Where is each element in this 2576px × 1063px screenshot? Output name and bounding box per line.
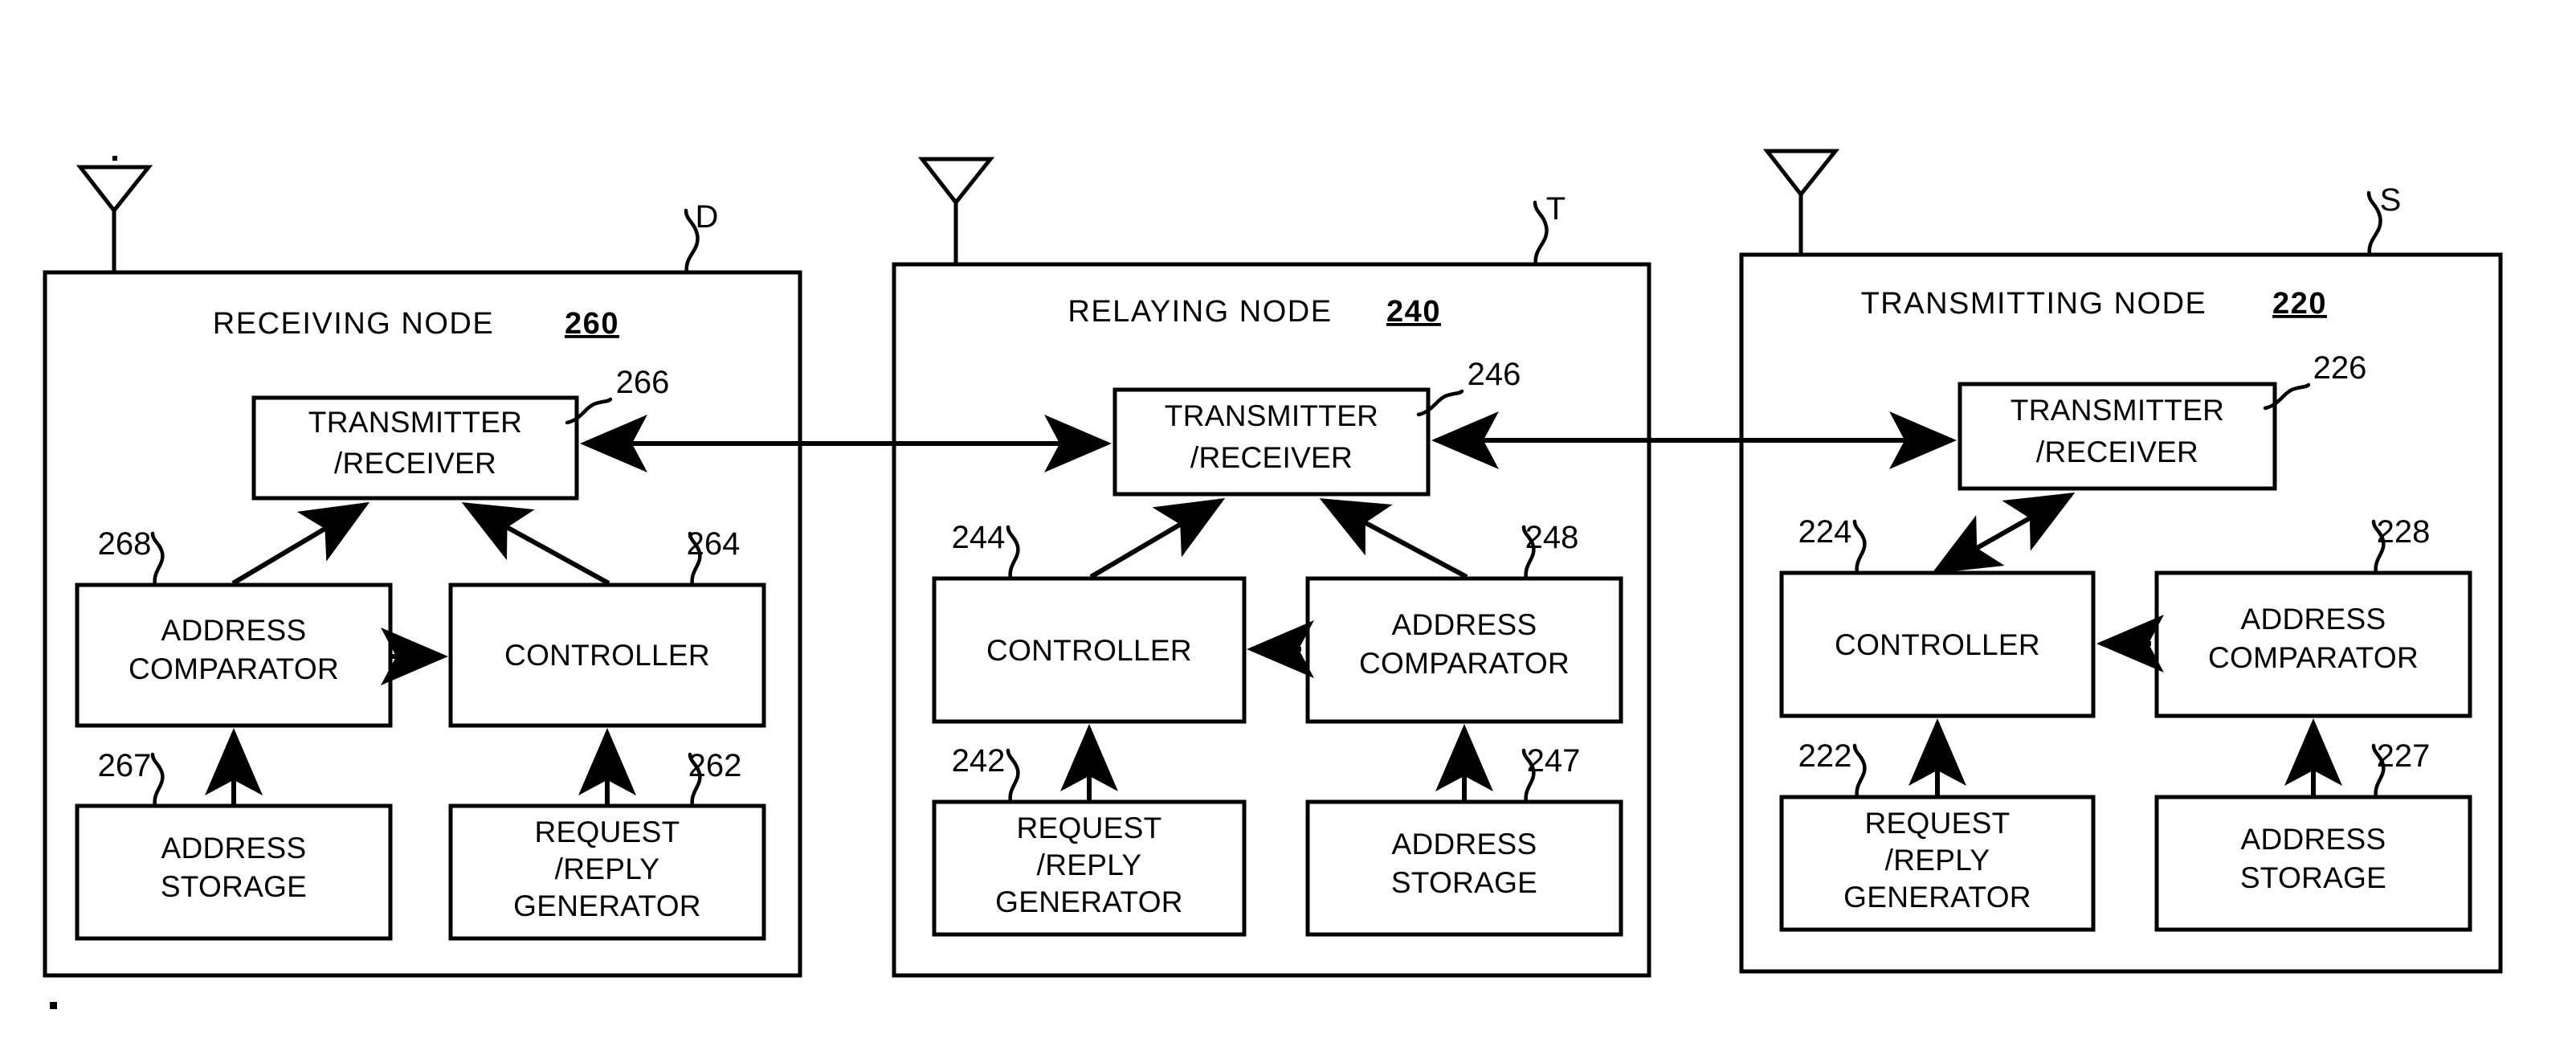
ref-leader-227: 227 [2371,738,2431,799]
node-tag-relaying-label: T [1546,191,1566,227]
ref-num-222: 222 [1798,738,1852,774]
ref-num-246: 246 [1468,357,1521,392]
unit-transmitting-gen-line3: GENERATOR [1843,881,2031,914]
ref-num-264: 264 [687,526,741,562]
unit-relaying-gen-line3: GENERATOR [995,885,1183,918]
unit-relaying-cmp-line1: ADDRESS [1392,608,1537,641]
unit-transmitting-gen-line1: REQUEST [1865,807,2011,840]
node-transmitting-number: 220 [2272,287,2327,321]
unit-relaying-cmp-line2: COMPARATOR [1359,647,1570,680]
unit-receiving-store-line2: STORAGE [161,870,307,903]
ref-num-242: 242 [952,743,1006,779]
diagram-canvas: D RECEIVING NODE 260 TRANSMITTER /RECEIV… [43,149,2503,1009]
ref-num-267: 267 [98,748,152,783]
node-receiving-title: RECEIVING NODE [213,307,494,341]
arrow-relaying-ctrl-to-txrx [1089,497,1226,579]
unit-transmitting-cmp-line1: ADDRESS [2241,603,2386,636]
ref-leader-268: 268 [98,526,165,587]
node-tag-receiving: D [684,199,719,275]
ref-num-247: 247 [1527,743,1581,779]
unit-relaying-store-line2: STORAGE [1391,866,1537,899]
ref-leader-248: 248 [1521,520,1579,581]
unit-receiving-txrx-line2: /RECEIVER [334,447,496,480]
ref-num-228: 228 [2377,514,2431,550]
node-tag-receiving-label: D [696,199,719,235]
unit-relaying-txrx-line2: /RECEIVER [1190,441,1353,474]
ref-leader-224: 224 [1798,514,1867,575]
ref-num-262: 262 [688,748,742,783]
ref-leader-244: 244 [952,520,1020,581]
ref-leader-247: 247 [1521,743,1581,804]
ref-leader-222: 222 [1798,738,1867,799]
arrow-receiving-cmp-to-txrx [231,501,370,586]
node-transmitting-title: TRANSMITTING NODE [1861,287,2207,321]
arrow-relaying-cmp-to-txrx [1319,498,1468,579]
antenna-icon-relaying [917,157,995,265]
node-transmitting: S TRANSMITTING NODE 220 TRANSMITTER /REC… [1739,149,2503,974]
node-tag-transmitting: S [2366,182,2402,257]
unit-receiving-cmp-line2: COMPARATOR [129,652,339,685]
ref-num-244: 244 [952,520,1006,555]
ref-leader-267: 267 [98,748,165,808]
ref-num-226: 226 [2313,350,2367,386]
unit-transmitting-txrx-line2: /RECEIVER [2036,435,2198,468]
node-receiving-number: 260 [565,307,619,341]
unit-relaying-ctrl-line1: CONTROLLER [986,634,1192,667]
unit-transmitting-ctrl-line1: CONTROLLER [1835,628,2040,661]
unit-receiving-ctrl-line1: CONTROLLER [504,639,710,672]
node-relaying-number: 240 [1386,295,1441,329]
ref-leader-266: 266 [565,365,670,425]
unit-transmitting-store-line1: ADDRESS [2241,823,2386,856]
node-tag-transmitting-label: S [2380,182,2402,218]
node-receiving: D RECEIVING NODE 260 TRANSMITTER /RECEIV… [43,156,802,978]
ref-num-227: 227 [2377,738,2431,774]
unit-receiving-store-line1: ADDRESS [161,832,307,865]
ref-num-268: 268 [98,526,152,562]
unit-relaying-store-line1: ADDRESS [1392,828,1537,861]
unit-receiving-gen-line2: /REPLY [555,852,660,885]
node-tag-relaying: T [1533,191,1566,267]
unit-transmitting-store-line2: STORAGE [2240,861,2386,894]
unit-transmitting-txrx-line1: TRANSMITTER [2011,394,2224,427]
ref-leader-246: 246 [1416,357,1521,417]
unit-receiving-gen-line1: REQUEST [535,816,680,848]
unit-relaying-txrx-line1: TRANSMITTER [1165,399,1378,432]
antenna-icon-receiving [76,156,153,273]
unit-receiving-cmp-line1: ADDRESS [161,614,307,647]
ref-num-248: 248 [1525,520,1579,555]
unit-transmitting-gen-line2: /REPLY [1885,844,1990,877]
ref-leader-226: 226 [2263,350,2367,411]
ref-leader-242: 242 [952,743,1020,804]
node-relaying: T RELAYING NODE 240 TRANSMITTER /RECEIVE… [892,157,1651,978]
ref-leader-264: 264 [687,526,741,587]
unit-relaying-gen-line2: /REPLY [1037,848,1142,881]
node-relaying-title: RELAYING NODE [1068,295,1332,329]
arrow-transmitting-ctrl-txrx-bidirectional [1931,493,2076,574]
arrow-receiving-ctrl-to-txrx [461,502,610,586]
unit-receiving-txrx-line1: TRANSMITTER [308,406,522,439]
ref-leader-262: 262 [688,748,742,808]
unit-relaying-gen-line1: REQUEST [1017,812,1162,844]
ref-num-266: 266 [616,365,670,400]
ref-leader-228: 228 [2371,514,2431,575]
scan-speck [50,1002,57,1009]
patent-figure: D RECEIVING NODE 260 TRANSMITTER /RECEIV… [0,0,2576,1063]
antenna-icon-transmitting [1762,149,1840,256]
unit-transmitting-cmp-line2: COMPARATOR [2208,641,2419,674]
unit-receiving-gen-line3: GENERATOR [513,889,701,922]
ref-num-224: 224 [1798,514,1852,550]
